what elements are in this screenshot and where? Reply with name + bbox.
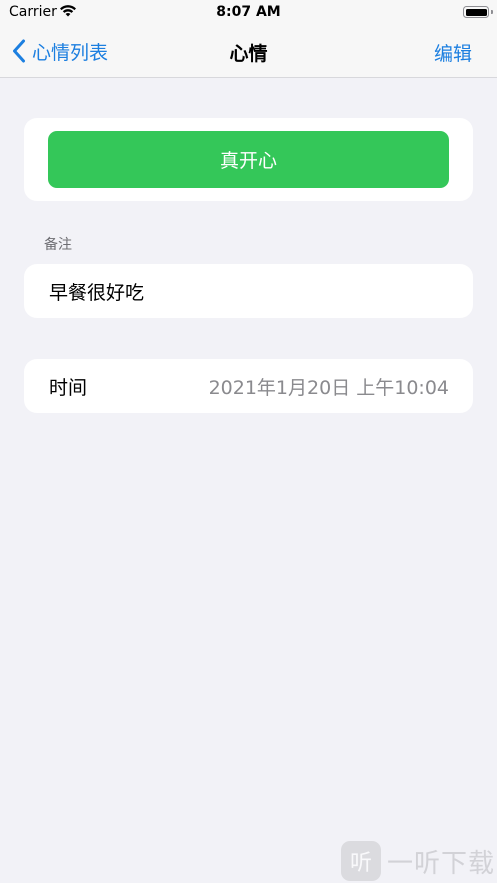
screen: Carrier 8:07 AM 心情列表 心情 编辑 真开心 备注 早餐很好吃 …: [0, 0, 497, 883]
edit-button[interactable]: 编辑: [434, 39, 472, 66]
watermark: 听 一听下载: [340, 841, 495, 881]
battery-cap: [491, 10, 493, 14]
watermark-text: 一听下载: [386, 848, 495, 879]
navigation-bar: 心情列表 心情 编辑: [0, 26, 497, 78]
watermark-logo-icon: 听: [340, 841, 381, 881]
mood-card: 真开心: [24, 118, 473, 201]
notes-section-header: 备注: [44, 237, 72, 253]
time-value: 2021年1月20日 上午10:04: [208, 376, 449, 399]
status-bar: Carrier 8:07 AM: [0, 0, 497, 26]
time-label: 时间: [49, 376, 88, 399]
mood-button[interactable]: 真开心: [48, 131, 449, 188]
notes-card[interactable]: 早餐很好吃: [24, 264, 473, 318]
status-time: 8:07 AM: [216, 4, 281, 20]
time-row[interactable]: 时间 2021年1月20日 上午10:04: [24, 359, 473, 413]
page-title: 心情: [229, 43, 268, 65]
battery-icon: [463, 6, 489, 18]
notes-text: 早餐很好吃: [49, 281, 145, 304]
